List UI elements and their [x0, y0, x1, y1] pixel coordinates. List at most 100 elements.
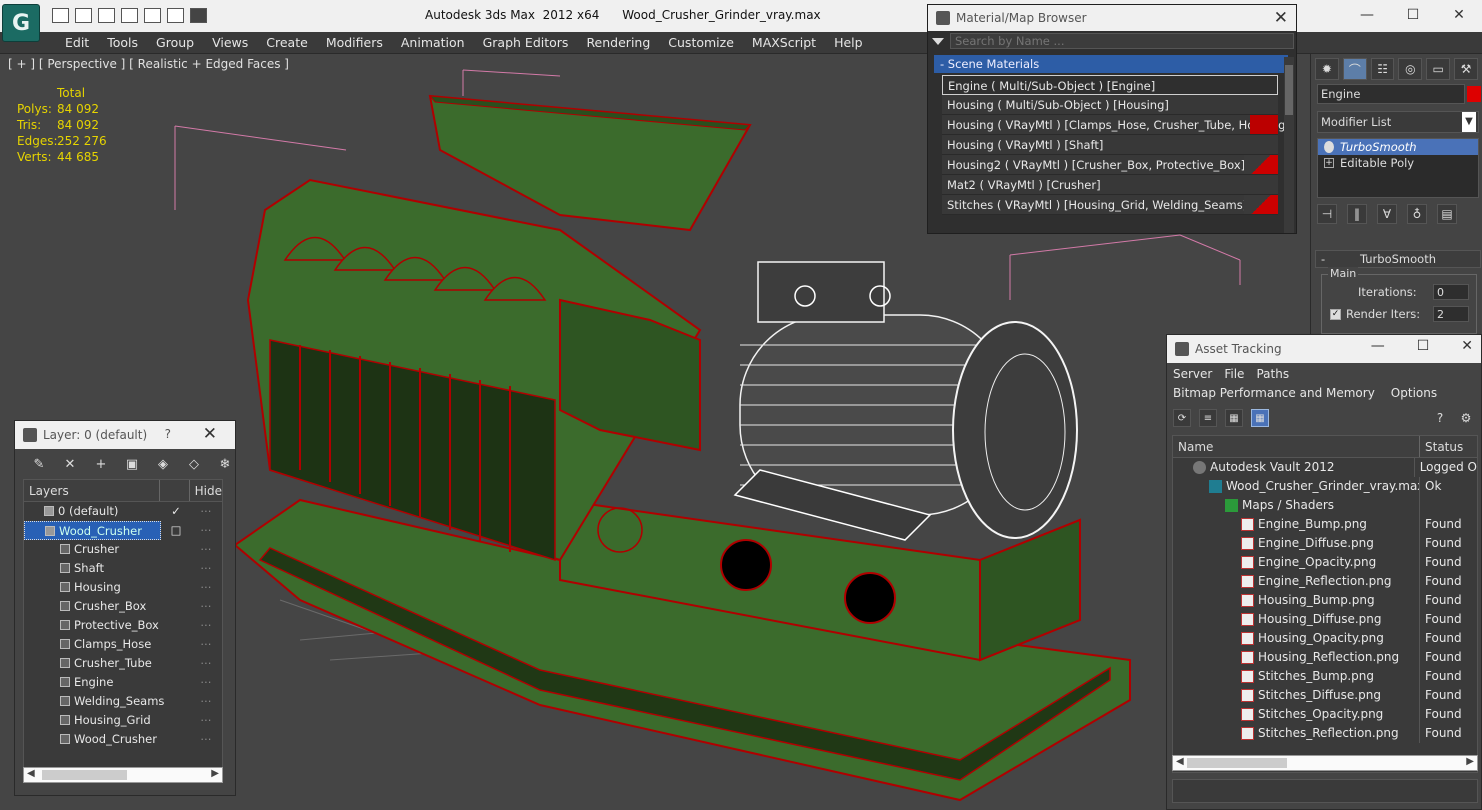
menu-item-edit[interactable]: Edit: [56, 35, 98, 50]
layer-row[interactable]: Crusher ⋯: [24, 540, 222, 559]
remove-modifier-icon[interactable]: ♁: [1407, 204, 1427, 224]
expand-icon[interactable]: +: [1324, 158, 1334, 168]
menu-item-customize[interactable]: Customize: [659, 35, 743, 50]
material-item[interactable]: Housing ( Multi/Sub-Object ) [Housing]: [942, 95, 1278, 115]
about-icon[interactable]: ⚙: [1457, 409, 1475, 427]
hide-toggle[interactable]: ⋯: [191, 692, 221, 711]
current-layer-cell[interactable]: [161, 730, 191, 749]
asset-row[interactable]: Stitches_Bump.png Found: [1173, 667, 1477, 686]
close-icon[interactable]: ✕: [1461, 338, 1473, 354]
options-dropdown-icon[interactable]: [932, 37, 944, 45]
layer-row[interactable]: Welding_Seams ⋯: [24, 692, 222, 711]
asset-row[interactable]: Wood_Crusher_Grinder_vray.max Ok: [1173, 477, 1477, 496]
modifier-stack-item[interactable]: TurboSmooth: [1318, 139, 1478, 155]
list-view-icon[interactable]: ≡: [1199, 409, 1217, 427]
current-layer-cell[interactable]: [161, 578, 191, 597]
refresh-icon[interactable]: ⟳: [1173, 409, 1191, 427]
current-layer-cell[interactable]: [161, 559, 191, 578]
current-layer-cell[interactable]: □: [161, 521, 191, 540]
scroll-left-icon[interactable]: ◀: [27, 768, 35, 779]
close-icon[interactable]: ✕: [1274, 8, 1288, 28]
object-name-field[interactable]: Engine: [1317, 84, 1465, 104]
asset-menu-server[interactable]: Server: [1173, 367, 1212, 383]
turbosmooth-rollout[interactable]: - TurboSmooth: [1315, 250, 1481, 268]
layer-manager-titlebar[interactable]: Layer: 0 (default) ? ✕: [15, 421, 235, 449]
scroll-right-icon[interactable]: ▶: [211, 768, 219, 779]
scroll-right-icon[interactable]: ▶: [1466, 756, 1474, 767]
menu-item-maxscript[interactable]: MAXScript: [743, 35, 825, 50]
layer-row[interactable]: Clamps_Hose ⋯: [24, 635, 222, 654]
app-logo[interactable]: G: [2, 4, 40, 42]
layer-row[interactable]: Protective_Box ⋯: [24, 616, 222, 635]
asset-row[interactable]: Engine_Opacity.png Found: [1173, 553, 1477, 572]
asset-row[interactable]: Housing_Opacity.png Found: [1173, 629, 1477, 648]
name-column-header[interactable]: Name: [1173, 436, 1420, 457]
asset-horizontal-scrollbar[interactable]: ◀ ▶: [1172, 755, 1478, 771]
asset-row[interactable]: Engine_Diffuse.png Found: [1173, 534, 1477, 553]
asset-row[interactable]: Engine_Bump.png Found: [1173, 515, 1477, 534]
current-layer-cell[interactable]: [161, 635, 191, 654]
asset-menu-bitmap-performance-and-memory[interactable]: Bitmap Performance and Memory: [1173, 383, 1375, 403]
lightbulb-icon[interactable]: [1324, 141, 1334, 153]
material-browser-titlebar[interactable]: Material/Map Browser ✕: [928, 5, 1296, 31]
layer-row[interactable]: −Wood_Crusher□⋯: [24, 521, 222, 540]
minimize-icon[interactable]: —: [1344, 0, 1390, 30]
hide-all-icon[interactable]: ◇: [184, 455, 204, 473]
asset-row[interactable]: Housing_Reflection.png Found: [1173, 648, 1477, 667]
asset-row[interactable]: Engine_Reflection.png Found: [1173, 572, 1477, 591]
freeze-all-icon[interactable]: ❄: [215, 455, 235, 473]
hide-toggle[interactable]: ⋯: [191, 502, 221, 521]
redo-icon[interactable]: [121, 8, 138, 23]
menu-item-rendering[interactable]: Rendering: [577, 35, 659, 50]
thumbnail-view-icon[interactable]: ▦: [1225, 409, 1243, 427]
highlight-layer-icon[interactable]: ◈: [153, 455, 173, 473]
render-iters-spinner[interactable]: [1433, 306, 1469, 322]
asset-menu-options[interactable]: Options: [1391, 383, 1437, 403]
open-file-icon[interactable]: [52, 8, 69, 23]
layer-row[interactable]: Crusher_Box ⋯: [24, 597, 222, 616]
asset-row[interactable]: Autodesk Vault 2012 Logged O: [1173, 458, 1477, 477]
object-color-swatch[interactable]: [1467, 86, 1481, 102]
layer-row[interactable]: Wood_Crusher ⋯: [24, 730, 222, 749]
asset-row[interactable]: Stitches_Diffuse.png Found: [1173, 686, 1477, 705]
hide-toggle[interactable]: ⋯: [191, 654, 221, 673]
layer-row[interactable]: Crusher_Tube ⋯: [24, 654, 222, 673]
layer-row[interactable]: Housing ⋯: [24, 578, 222, 597]
scroll-left-icon[interactable]: ◀: [1176, 756, 1184, 767]
add-to-layer-icon[interactable]: +: [91, 455, 111, 473]
hide-toggle[interactable]: ⋯: [191, 616, 221, 635]
asset-row[interactable]: Stitches_Reflection.png Found: [1173, 724, 1477, 743]
undo-icon[interactable]: [98, 8, 115, 23]
create-tab-icon[interactable]: ✹: [1315, 58, 1339, 80]
asset-row[interactable]: Stitches_Opacity.png Found: [1173, 705, 1477, 724]
layers-column-header[interactable]: Layers: [24, 480, 160, 501]
maximize-icon[interactable]: ☐: [1417, 338, 1430, 354]
layer-row[interactable]: Shaft ⋯: [24, 559, 222, 578]
iterations-spinner[interactable]: [1433, 284, 1469, 300]
close-icon[interactable]: ✕: [1436, 0, 1482, 30]
menu-item-views[interactable]: Views: [203, 35, 257, 50]
current-layer-cell[interactable]: [161, 654, 191, 673]
utilities-tab-icon[interactable]: ⚒: [1454, 58, 1478, 80]
modifier-list-dropdown[interactable]: Modifier List ▼: [1317, 111, 1479, 133]
hide-toggle[interactable]: ⋯: [191, 673, 221, 692]
current-layer-cell[interactable]: [161, 673, 191, 692]
render-iters-checkbox[interactable]: ✓: [1330, 309, 1341, 320]
close-icon[interactable]: ✕: [203, 424, 217, 444]
minimize-icon[interactable]: —: [1371, 338, 1385, 354]
status-column-header[interactable]: Status: [1420, 436, 1463, 457]
material-item[interactable]: Mat2 ( VRayMtl ) [Crusher]: [942, 175, 1278, 195]
material-item[interactable]: Housing2 ( VRayMtl ) [Crusher_Box, Prote…: [942, 155, 1278, 175]
menu-item-tools[interactable]: Tools: [98, 35, 147, 50]
pin-stack-icon[interactable]: ⊣: [1317, 204, 1337, 224]
hold-icon[interactable]: [144, 8, 161, 23]
show-end-result-icon[interactable]: ‖: [1347, 204, 1367, 224]
select-objects-icon[interactable]: ▣: [122, 455, 142, 473]
material-item[interactable]: Housing ( VRayMtl ) [Shaft]: [942, 135, 1278, 155]
current-layer-cell[interactable]: [161, 540, 191, 559]
layer-row[interactable]: 0 (default) ✓ ⋯: [24, 502, 222, 521]
modify-tab-icon[interactable]: ⌒: [1342, 58, 1367, 80]
display-tab-icon[interactable]: ▭: [1426, 58, 1451, 80]
current-layer-cell[interactable]: [161, 597, 191, 616]
hide-toggle[interactable]: ⋯: [191, 597, 221, 616]
